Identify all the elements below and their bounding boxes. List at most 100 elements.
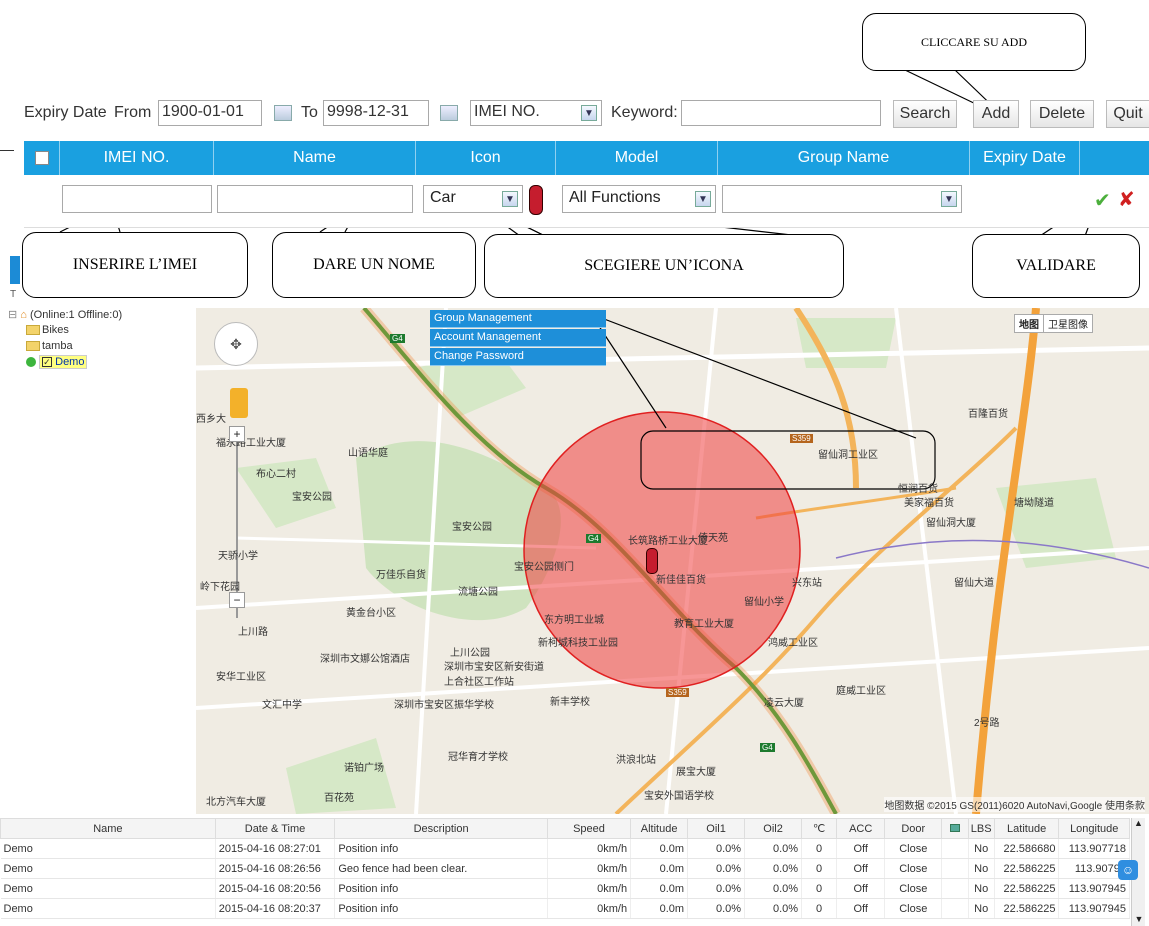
- select-all-checkbox[interactable]: [34, 151, 49, 165]
- name-input[interactable]: [217, 185, 413, 213]
- from-date-input[interactable]: 1900-01-01: [158, 100, 262, 126]
- delete-button[interactable]: Delete: [1030, 100, 1094, 128]
- header-model[interactable]: Model: [556, 141, 718, 175]
- menu-change-password[interactable]: Change Password: [430, 348, 606, 366]
- map-view[interactable]: 西乡大 福永路工业大厦 山语华庭 布心二村 宝安公园 宝安公园 天骄小学 宝安公…: [196, 308, 1149, 814]
- table-cell: 0: [801, 898, 838, 919]
- chevron-down-icon: ▼: [581, 105, 597, 121]
- field-select[interactable]: IMEI NO. ▼: [470, 100, 602, 126]
- menu-group-management[interactable]: Group Management: [430, 310, 606, 328]
- tree-device[interactable]: ✓ Demo: [8, 355, 198, 374]
- header-group-name[interactable]: Group Name: [718, 141, 970, 175]
- vehicle-marker-icon[interactable]: [646, 548, 658, 574]
- calendar-icon[interactable]: [274, 105, 292, 121]
- table-cell: 22.586225: [994, 878, 1060, 899]
- map-label: 留仙大道: [954, 578, 994, 589]
- table-cell: [941, 858, 969, 879]
- scroll-up-icon[interactable]: ▲: [1132, 818, 1145, 828]
- map-label: 布心二村: [256, 469, 296, 480]
- map-copyright[interactable]: 地图数据 ©2015 GS(2011)6020 AutoNavi,Google …: [884, 797, 1145, 812]
- keyword-input[interactable]: [681, 100, 881, 126]
- header-imei[interactable]: IMEI NO.: [60, 141, 214, 175]
- zoom-in-button[interactable]: +: [229, 426, 245, 442]
- col-longitude[interactable]: Longitude: [1058, 818, 1130, 839]
- col-door[interactable]: Door: [884, 818, 943, 839]
- pan-control-icon[interactable]: ✥: [214, 322, 258, 366]
- table-cell: 2015-04-16 08:27:01: [215, 838, 336, 859]
- tree-device-label: Demo: [55, 356, 85, 368]
- map-label: 上川公园: [450, 648, 490, 659]
- group-select[interactable]: ▼: [722, 185, 962, 213]
- device-checkbox[interactable]: ✓: [42, 357, 53, 368]
- header-name[interactable]: Name: [214, 141, 416, 175]
- table-cell: 22.586225: [994, 858, 1060, 879]
- col-datetime[interactable]: Date & Time: [214, 818, 336, 839]
- col-speed[interactable]: Speed: [546, 818, 632, 839]
- confirm-check-icon[interactable]: ✔: [1094, 188, 1111, 213]
- col-latitude[interactable]: Latitude: [993, 818, 1060, 839]
- calendar-icon[interactable]: [440, 105, 458, 121]
- map-label: 新佳佳百货: [656, 575, 706, 586]
- tree-folder[interactable]: Bikes: [8, 324, 198, 340]
- map-type-satellite[interactable]: 卫星图像: [1044, 315, 1092, 332]
- table-row[interactable]: Demo 2015-04-16 08:20:37 Position info 0km/…: [0, 898, 1130, 919]
- imei-input[interactable]: [62, 185, 212, 213]
- table-cell: Off: [836, 898, 886, 919]
- to-label: To: [301, 104, 318, 121]
- road-shield: G4: [760, 743, 775, 752]
- col-picture[interactable]: [941, 818, 969, 839]
- table-cell: Position info: [334, 838, 548, 859]
- cancel-x-icon[interactable]: ✘: [1118, 187, 1135, 212]
- to-date-input[interactable]: 9998-12-31: [323, 100, 429, 126]
- map-label: 流塘公园: [458, 587, 498, 598]
- map-label: 教育工业大厦: [674, 619, 734, 630]
- road-shield: G4: [390, 334, 405, 343]
- map-type-map[interactable]: 地图: [1015, 315, 1044, 332]
- zoom-out-button[interactable]: −: [229, 592, 245, 608]
- position-history-table: Name Date & Time Description Speed Altit…: [0, 818, 1130, 919]
- table-row[interactable]: Demo 2015-04-16 08:27:01 Position info 0km/…: [0, 838, 1130, 859]
- tree-folder[interactable]: tamba: [8, 340, 198, 356]
- search-button[interactable]: Search: [893, 100, 957, 128]
- map-label: 展宝大厦: [676, 767, 716, 778]
- map-label: 鸿威工业区: [768, 638, 818, 649]
- table-cell: Off: [836, 878, 886, 899]
- street-view-pegman-icon[interactable]: [230, 388, 248, 418]
- table-cell: 0km/h: [547, 898, 632, 919]
- col-description[interactable]: Description: [334, 818, 548, 839]
- table-cell: 2015-04-16 08:20:37: [215, 898, 336, 919]
- col-altitude[interactable]: Altitude: [630, 818, 689, 839]
- col-oil1[interactable]: Oil1: [687, 818, 746, 839]
- map-label: 诺铂广场: [344, 763, 384, 774]
- icon-select[interactable]: Car ▼: [423, 185, 523, 213]
- collapse-icon[interactable]: ⊟: [8, 309, 17, 321]
- table-cell: 0.0%: [687, 898, 746, 919]
- header-icon[interactable]: Icon: [416, 141, 556, 175]
- add-button[interactable]: Add: [973, 100, 1019, 128]
- col-temperature[interactable]: ℃: [801, 818, 838, 839]
- scroll-down-icon[interactable]: ▼: [1132, 914, 1146, 924]
- map-label: 上川路: [238, 627, 268, 638]
- map-label: 美家福百货: [904, 498, 954, 509]
- model-select[interactable]: All Functions ▼: [562, 185, 716, 213]
- side-tab[interactable]: [10, 256, 20, 284]
- table-cell: 22.586225: [994, 898, 1060, 919]
- col-name[interactable]: Name: [0, 818, 216, 839]
- select-all-cell: [24, 141, 60, 175]
- table-cell: 113.907945: [1058, 898, 1130, 919]
- chat-icon[interactable]: ☺: [1118, 860, 1138, 880]
- table-cell: 0.0%: [687, 838, 746, 859]
- table-cell: 0km/h: [547, 858, 632, 879]
- map-label: 深圳市宝安区振华学校: [394, 700, 494, 711]
- table-row[interactable]: Demo 2015-04-16 08:20:56 Position info 0km/…: [0, 878, 1130, 899]
- map-label: 新丰学校: [550, 697, 590, 708]
- header-expiry-date[interactable]: Expiry Date: [970, 141, 1080, 175]
- col-acc[interactable]: ACC: [836, 818, 886, 839]
- table-row[interactable]: Demo 2015-04-16 08:26:56 Geo fence had bee…: [0, 858, 1130, 879]
- menu-account-management[interactable]: Account Management: [430, 329, 606, 347]
- col-lbs[interactable]: LBS: [967, 818, 995, 839]
- col-oil2[interactable]: Oil2: [744, 818, 803, 839]
- quit-button[interactable]: Quit: [1106, 100, 1149, 128]
- map-label: 山语华庭: [348, 448, 388, 459]
- tree-root[interactable]: ⊟ ⌂ (Online:1 Offline:0): [8, 308, 198, 324]
